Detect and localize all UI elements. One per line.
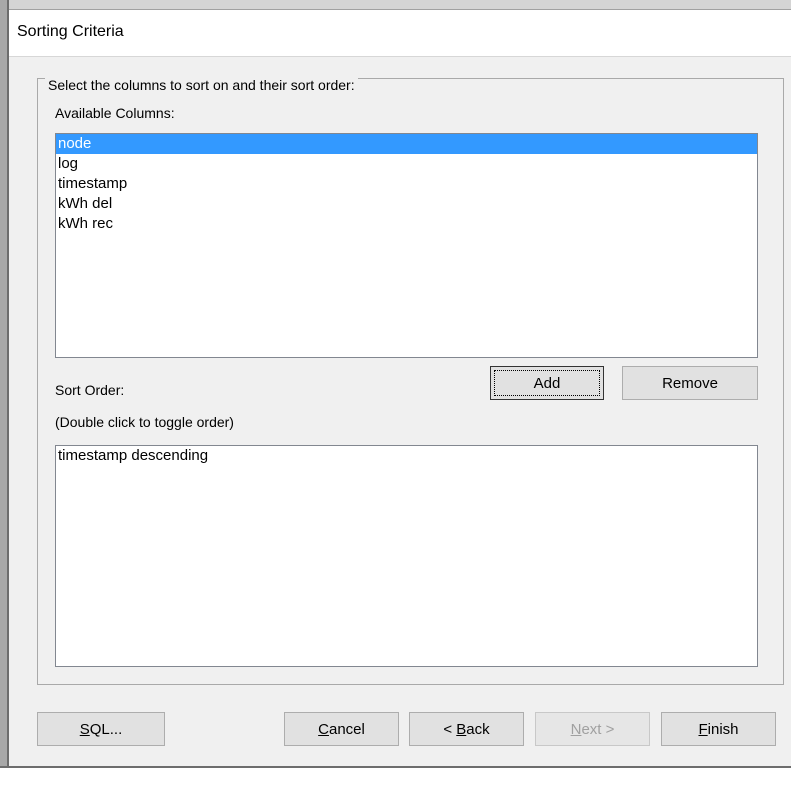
toggle-order-hint: (Double click to toggle order) (55, 414, 234, 430)
background-below (0, 768, 791, 786)
available-column-item[interactable]: timestamp (56, 174, 757, 194)
finish-button-label: Finish (698, 720, 739, 738)
available-column-item[interactable]: kWh rec (56, 214, 757, 234)
sql-button[interactable]: SQL... (37, 712, 165, 746)
available-column-item[interactable]: kWh del (56, 194, 757, 214)
sort-order-label: Sort Order: (55, 382, 125, 398)
back-button[interactable]: < Back (409, 712, 524, 746)
finish-button[interactable]: Finish (661, 712, 776, 746)
groupbox-legend: Select the columns to sort on and their … (45, 76, 358, 94)
sorting-criteria-dialog: Sorting Criteria Select the columns to s… (9, 10, 791, 766)
next-button[interactable]: Next > (535, 712, 650, 746)
remove-button[interactable]: Remove (622, 366, 758, 400)
add-button[interactable]: Add (490, 366, 604, 400)
back-button-label: < Back (443, 720, 490, 738)
available-columns-label: Available Columns: (55, 105, 175, 121)
cancel-button-label: Cancel (318, 720, 365, 738)
background-frame-top (0, 0, 791, 10)
available-column-item[interactable]: node (56, 134, 757, 154)
dialog-header: Sorting Criteria (9, 10, 791, 57)
cancel-button[interactable]: Cancel (284, 712, 399, 746)
available-columns-listbox[interactable]: node log timestamp kWh del kWh rec (55, 133, 758, 358)
sql-button-label: SQL... (79, 720, 123, 738)
remove-button-label: Remove (662, 374, 718, 392)
add-button-label: Add (533, 374, 561, 392)
next-button-label: Next > (570, 720, 615, 738)
available-column-item[interactable]: log (56, 154, 757, 174)
dialog-title: Sorting Criteria (17, 23, 124, 40)
sort-order-item[interactable]: timestamp descending (56, 446, 757, 466)
sort-order-listbox[interactable]: timestamp descending (55, 445, 758, 667)
